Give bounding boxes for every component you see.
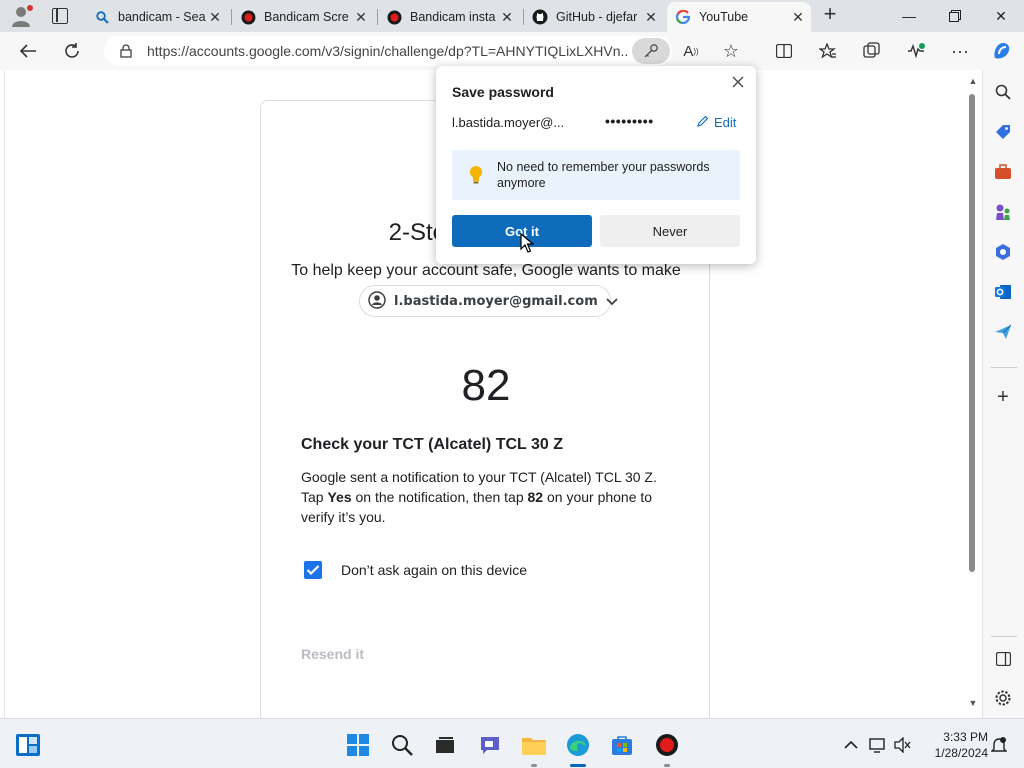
search-icon[interactable] — [390, 733, 414, 757]
account-circle-icon — [368, 290, 386, 312]
google-icon — [675, 9, 691, 25]
running-indicator — [664, 764, 670, 767]
minimize-button[interactable]: — — [886, 0, 932, 32]
close-tab-icon[interactable]: ✕ — [642, 9, 660, 26]
scroll-down-icon[interactable]: ▼ — [968, 698, 978, 708]
scrollbar-thumb[interactable] — [969, 94, 975, 572]
edge-browser-icon[interactable] — [566, 733, 590, 757]
clock-date: 1/28/2024 — [934, 746, 988, 760]
account-email: l.bastida.moyer@gmail.com — [394, 293, 598, 309]
active-indicator — [570, 764, 586, 767]
clock-time: 3:33 PM — [943, 730, 988, 744]
search-icon — [94, 9, 110, 25]
send-plane-icon[interactable] — [992, 321, 1014, 343]
close-tab-icon[interactable]: ✕ — [352, 9, 370, 26]
check-phone-title: Check your TCT (Alcatel) TCL 30 Z — [301, 436, 563, 453]
saved-password-mask: ••••••••• — [605, 113, 654, 129]
account-chip[interactable]: l.bastida.moyer@gmail.com — [359, 285, 618, 317]
bandicam-icon — [386, 9, 402, 25]
settings-more-icon[interactable]: ··· — [948, 39, 972, 63]
github-icon — [532, 9, 548, 25]
tab-bandicam-screen[interactable]: Bandicam Scre ✕ — [232, 4, 374, 30]
dont-ask-label[interactable]: Don’t ask again on this device — [341, 562, 527, 578]
check-phone-description: Google sent a notification to your TCT (… — [301, 469, 657, 525]
popup-title: Save password — [452, 84, 554, 100]
verification-number: 82 — [461, 361, 511, 410]
search-icon[interactable] — [992, 81, 1014, 103]
outlook-icon[interactable] — [992, 281, 1014, 303]
read-aloud-icon[interactable]: A)) — [679, 39, 703, 63]
copilot-icon[interactable] — [990, 39, 1014, 63]
never-button[interactable]: Never — [600, 215, 740, 247]
performance-icon[interactable] — [904, 39, 928, 63]
tools-briefcase-icon[interactable] — [992, 161, 1014, 183]
page-scrollbar[interactable]: ▲ ▼ — [964, 70, 982, 718]
close-window-button[interactable]: ✕ — [978, 0, 1024, 32]
tab-github[interactable]: GitHub - djefar ✕ — [524, 4, 664, 30]
hide-sidebar-icon[interactable] — [992, 648, 1014, 670]
browser-toolbar: https://accounts.google.com/v3/signin/ch… — [0, 32, 1024, 70]
close-tab-icon[interactable]: ✕ — [206, 9, 224, 26]
gear-icon[interactable] — [992, 687, 1014, 709]
widgets-icon[interactable] — [16, 733, 40, 757]
edit-button[interactable]: Edit — [697, 115, 736, 130]
favorite-star-icon[interactable]: ☆ — [719, 39, 743, 63]
tab-youtube[interactable]: YouTube ✕ — [667, 2, 811, 32]
split-screen-icon[interactable] — [772, 39, 796, 63]
profile-icon[interactable] — [10, 5, 34, 27]
resend-link[interactable]: Resend it — [301, 646, 364, 662]
restore-button[interactable] — [932, 0, 978, 32]
saved-username: l.bastida.moyer@... — [452, 115, 565, 130]
key-icon[interactable] — [632, 38, 670, 64]
lightbulb-icon — [467, 164, 485, 186]
file-explorer-icon[interactable] — [522, 733, 546, 757]
system-clock[interactable]: 3:33 PM 1/28/2024 — [918, 729, 988, 761]
favorites-icon[interactable] — [816, 39, 840, 63]
refresh-icon[interactable] — [60, 39, 84, 63]
shopping-tag-icon[interactable] — [992, 121, 1014, 143]
tab-bandicam-install[interactable]: Bandicam insta ✕ — [378, 4, 520, 30]
edge-sidebar: + — [982, 70, 1024, 718]
microsoft-store-icon[interactable] — [610, 733, 634, 757]
info-text: No need to remember your passwords anymo… — [497, 160, 710, 190]
games-chess-icon[interactable] — [992, 201, 1014, 223]
task-view-icon[interactable] — [433, 733, 457, 757]
scroll-up-icon[interactable]: ▲ — [968, 76, 978, 86]
notification-icon[interactable] — [990, 736, 1008, 754]
close-tab-icon[interactable]: ✕ — [789, 9, 807, 26]
pencil-icon — [697, 115, 709, 130]
add-icon[interactable]: + — [992, 386, 1014, 408]
address-url[interactable]: https://accounts.google.com/v3/signin/ch… — [147, 43, 627, 59]
running-indicator — [531, 764, 537, 767]
info-banner: No need to remember your passwords anymo… — [452, 150, 740, 200]
tab-bandicam-search[interactable]: bandicam - Sea ✕ — [86, 4, 228, 30]
sidebar-divider — [991, 367, 1017, 368]
windows-taskbar: 3:33 PM 1/28/2024 — [0, 718, 1024, 768]
sidebar-divider — [991, 636, 1017, 637]
mouse-cursor-icon — [520, 232, 535, 253]
tab-actions-icon[interactable] — [52, 8, 68, 24]
address-bar[interactable]: https://accounts.google.com/v3/signin/ch… — [104, 36, 672, 66]
chevron-up-icon[interactable] — [842, 736, 860, 754]
chevron-down-icon — [606, 293, 618, 309]
new-tab-button[interactable]: + — [819, 3, 841, 26]
save-password-popup: Save password l.bastida.moyer@... ••••••… — [436, 66, 756, 264]
close-icon[interactable] — [728, 72, 748, 92]
content-edge — [4, 70, 5, 718]
tab-strip: bandicam - Sea ✕ Bandicam Scre ✕ Bandica… — [0, 0, 1024, 32]
volume-muted-icon[interactable] — [894, 736, 912, 754]
lock-icon[interactable] — [119, 44, 133, 58]
close-tab-icon[interactable]: ✕ — [498, 9, 516, 26]
collections-icon[interactable] — [860, 39, 884, 63]
bandicam-icon[interactable] — [655, 733, 679, 757]
microsoft365-icon[interactable] — [992, 241, 1014, 263]
back-icon[interactable] — [16, 39, 40, 63]
windows-start-icon[interactable] — [346, 733, 370, 757]
bandicam-icon — [240, 9, 256, 25]
display-icon[interactable] — [869, 736, 887, 754]
dont-ask-checkbox[interactable] — [304, 561, 322, 579]
chat-icon[interactable] — [478, 733, 502, 757]
